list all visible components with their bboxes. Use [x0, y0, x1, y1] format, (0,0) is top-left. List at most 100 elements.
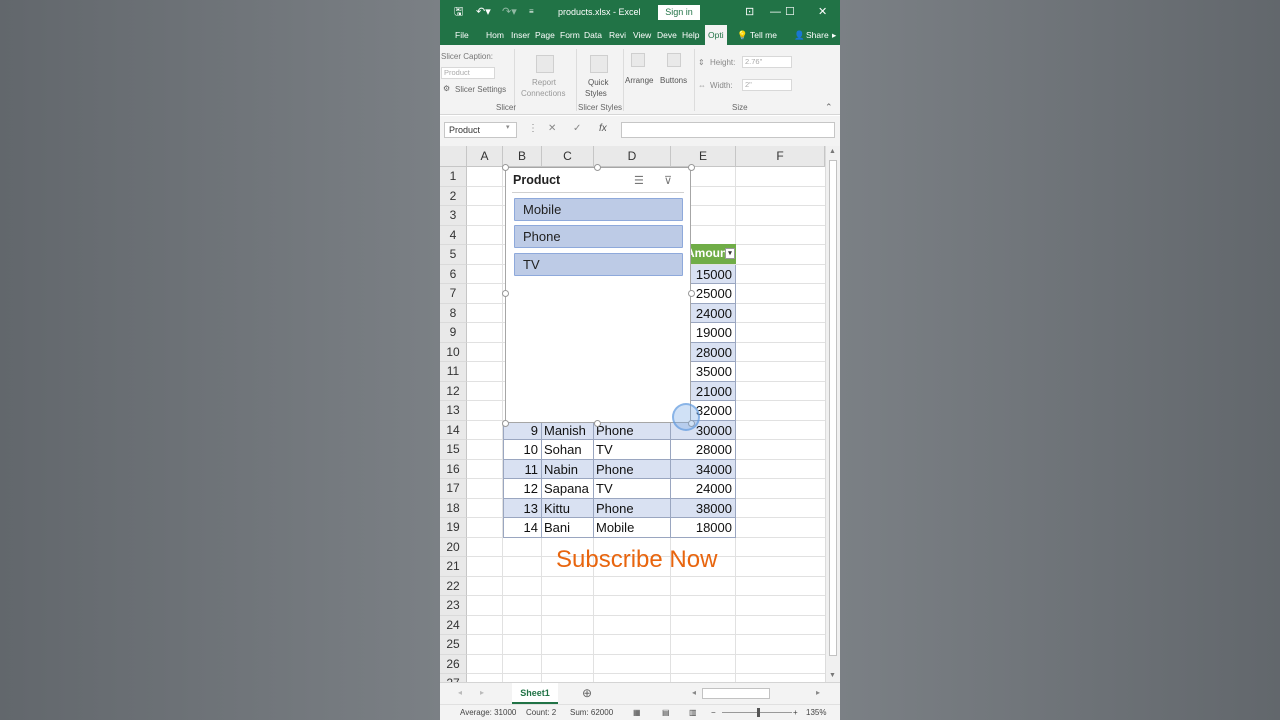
cancel-icon[interactable]: ✕	[548, 123, 556, 134]
column-header-b[interactable]: B	[503, 146, 542, 167]
width-input[interactable]: 2"	[742, 79, 792, 91]
row-header[interactable]: 14	[440, 420, 467, 440]
maximize-icon[interactable]: ☐	[785, 5, 795, 19]
next-sheet-icon[interactable]: ▸	[480, 688, 484, 697]
name-box-dropdown-icon[interactable]: ▾	[506, 123, 510, 131]
minimize-icon[interactable]: —	[770, 5, 781, 19]
tab-file[interactable]: File	[455, 25, 469, 45]
table-cell-name[interactable]: Sohan	[542, 440, 594, 460]
column-header-f[interactable]: F	[736, 146, 825, 167]
table-cell-name[interactable]: Bani	[542, 518, 594, 538]
row-header[interactable]: 4	[440, 225, 467, 245]
slicer-item-phone[interactable]: Phone	[514, 225, 683, 248]
table-cell-id[interactable]: 12	[503, 479, 542, 499]
table-cell-amount[interactable]: 18000	[671, 518, 736, 538]
row-header[interactable]: 26	[440, 654, 467, 674]
table-cell-id[interactable]: 10	[503, 440, 542, 460]
table-cell-product[interactable]: TV	[594, 479, 671, 499]
report-connections-label-2[interactable]: Connections	[521, 89, 565, 98]
row-header[interactable]: 23	[440, 596, 467, 616]
sheet-tab-sheet1[interactable]: Sheet1	[512, 683, 558, 704]
tab-developer[interactable]: Deve	[657, 25, 677, 45]
row-header[interactable]: 24	[440, 615, 467, 635]
page-layout-icon[interactable]: ▤	[662, 708, 670, 717]
table-cell-product[interactable]: Mobile	[594, 518, 671, 538]
row-header[interactable]: 25	[440, 635, 467, 655]
undo-icon[interactable]: ↶▾	[476, 5, 491, 19]
clear-filter-icon[interactable]: ⊽	[664, 174, 672, 187]
normal-view-icon[interactable]: ▦	[633, 708, 641, 717]
slicer-item-tv[interactable]: TV	[514, 253, 683, 276]
quick-styles-label-1[interactable]: Quick	[588, 78, 608, 87]
tab-data[interactable]: Data	[584, 25, 602, 45]
quick-styles-label-2[interactable]: Styles	[585, 89, 607, 98]
tab-formulas[interactable]: Form	[560, 25, 580, 45]
multi-select-icon[interactable]: ☰	[634, 174, 644, 187]
enter-icon[interactable]: ✓	[573, 123, 581, 134]
tab-options[interactable]: Opti	[705, 25, 727, 45]
row-header[interactable]: 19	[440, 518, 467, 538]
table-cell-id[interactable]: 13	[503, 498, 542, 518]
row-header[interactable]: 21	[440, 557, 467, 577]
table-cell-amount[interactable]: 34000	[671, 459, 736, 479]
zoom-level[interactable]: 135%	[806, 708, 826, 717]
row-header[interactable]: 18	[440, 498, 467, 518]
scroll-up-icon[interactable]: ▲	[829, 148, 836, 155]
column-header-e[interactable]: E	[671, 146, 736, 167]
row-header[interactable]: 3	[440, 206, 467, 226]
row-header[interactable]: 13	[440, 401, 467, 421]
column-header-c[interactable]: C	[542, 146, 594, 167]
tab-insert[interactable]: Inser	[511, 25, 530, 45]
slicer-settings-button[interactable]: Slicer Settings	[455, 85, 506, 94]
table-cell-name[interactable]: Nabin	[542, 459, 594, 479]
height-input[interactable]: 2.76"	[742, 56, 792, 68]
tell-me-box[interactable]: Tell me	[750, 25, 777, 45]
worksheet-grid[interactable]: ABCDEF 1 2 3 4 5 6 7 8 9 10 11 12 13 14 15 16 17 18 19 20 21…	[440, 146, 840, 682]
column-header-a[interactable]: A	[467, 146, 503, 167]
resize-handle[interactable]	[594, 164, 601, 171]
tab-home[interactable]: Hom	[486, 25, 504, 45]
row-header[interactable]: 10	[440, 342, 467, 362]
column-header-d[interactable]: D	[594, 146, 671, 167]
arrange-button[interactable]: Arrange	[625, 76, 653, 85]
resize-handle[interactable]	[502, 164, 509, 171]
row-header[interactable]: 16	[440, 459, 467, 479]
table-cell-amount[interactable]: 38000	[671, 498, 736, 518]
horizontal-scroll-thumb[interactable]	[702, 688, 770, 699]
select-all-corner[interactable]	[440, 146, 467, 167]
customize-qat-icon[interactable]: ≡	[529, 5, 534, 19]
table-cell-product[interactable]: Phone	[594, 498, 671, 518]
tab-view[interactable]: View	[633, 25, 651, 45]
hscroll-left-icon[interactable]: ◂	[692, 688, 696, 697]
row-header[interactable]: 12	[440, 381, 467, 401]
report-connections-label-1[interactable]: Report	[532, 78, 556, 87]
row-header[interactable]: 6	[440, 264, 467, 284]
prev-sheet-icon[interactable]: ◂	[458, 688, 462, 697]
row-header[interactable]: 9	[440, 323, 467, 343]
resize-handle[interactable]	[502, 420, 509, 427]
save-icon[interactable]: 🖫	[454, 5, 463, 19]
share-button[interactable]: Share	[806, 25, 829, 45]
scroll-thumb[interactable]	[829, 160, 837, 656]
collapse-ribbon-icon[interactable]: ⌃	[825, 102, 833, 113]
slicer-item-mobile[interactable]: Mobile	[514, 198, 683, 221]
close-icon[interactable]: ✕	[818, 5, 827, 19]
table-cell-product[interactable]: Phone	[594, 459, 671, 479]
tab-page[interactable]: Page	[535, 25, 555, 45]
vertical-scrollbar[interactable]: ▲ ▼	[825, 146, 840, 682]
row-header[interactable]: 15	[440, 440, 467, 460]
tabs-scroll-icon[interactable]: ▸	[832, 25, 836, 45]
table-cell-amount[interactable]: 28000	[671, 440, 736, 460]
filter-dropdown-icon[interactable]: ▾	[725, 248, 735, 259]
table-cell-product[interactable]: Phone	[594, 420, 671, 440]
zoom-out-icon[interactable]: −	[711, 708, 716, 717]
scroll-down-icon[interactable]: ▼	[829, 672, 836, 679]
row-header[interactable]: 2	[440, 186, 467, 206]
hscroll-right-icon[interactable]: ▸	[816, 688, 820, 697]
row-header[interactable]: 1	[440, 167, 467, 187]
tab-review[interactable]: Revi	[609, 25, 626, 45]
add-sheet-icon[interactable]: ⊕	[582, 686, 592, 700]
row-header[interactable]: 8	[440, 303, 467, 323]
resize-handle[interactable]	[594, 420, 601, 427]
row-header[interactable]: 17	[440, 479, 467, 499]
